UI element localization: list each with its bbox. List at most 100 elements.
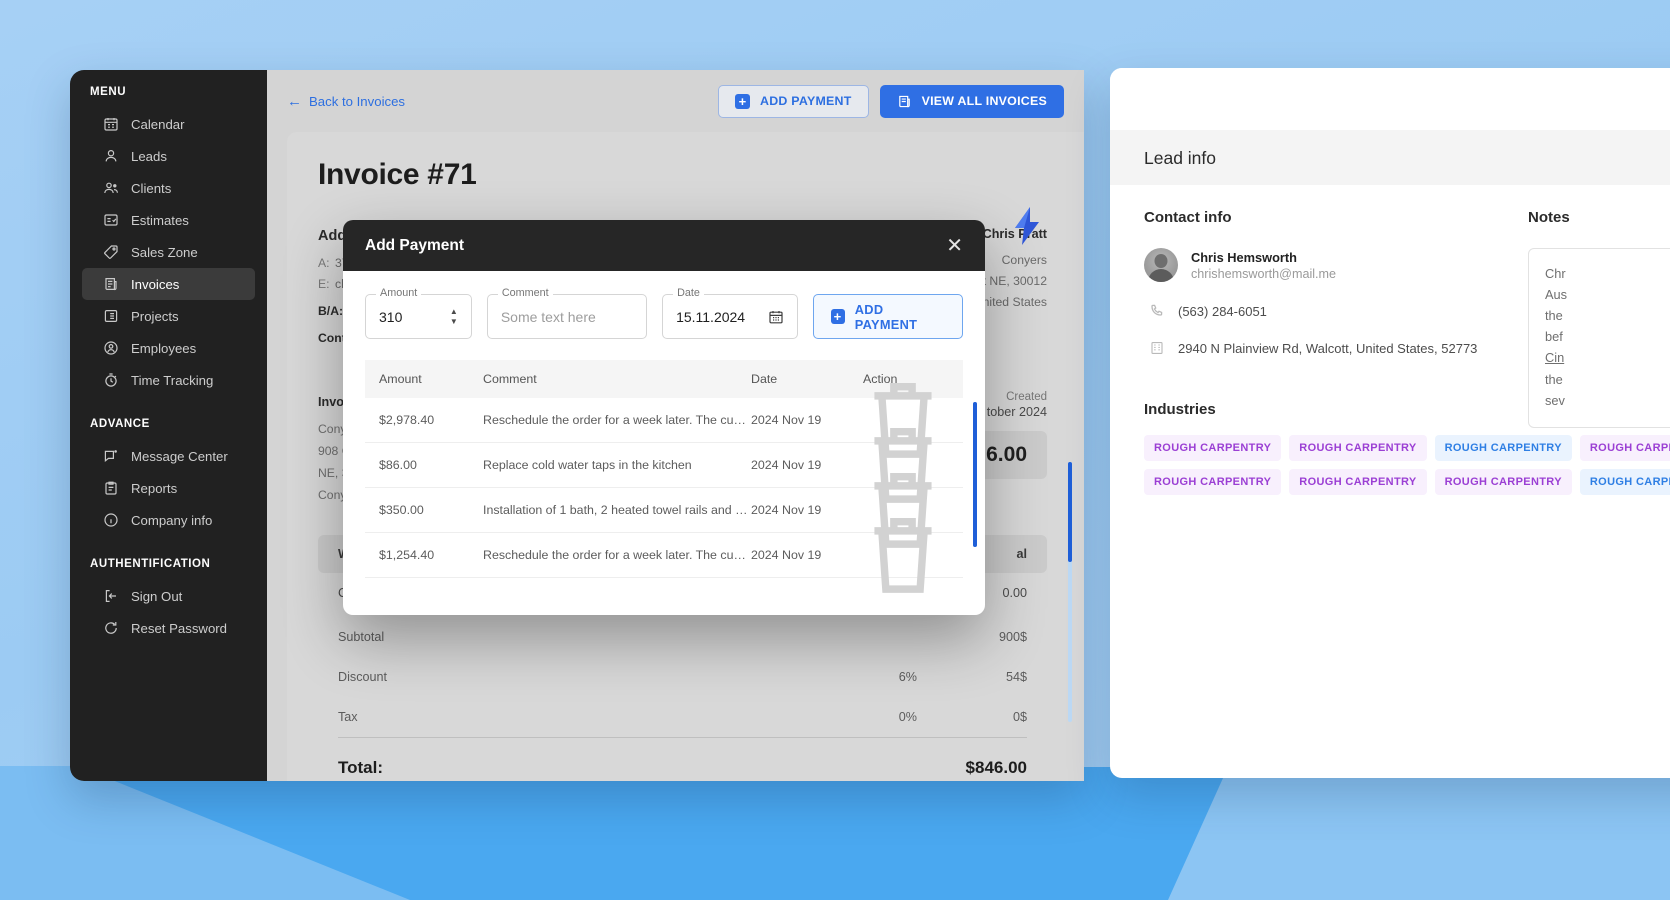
industry-tag[interactable]: ROUGH CARPENTRY [1144,435,1282,461]
notes-line: Chr [1545,266,1566,281]
sidebar-item-company-info[interactable]: Company info [82,504,255,536]
modal-add-payment-button[interactable]: + ADD PAYMENT [812,294,963,339]
plus-icon: + [735,93,751,109]
sidebar-item-estimates[interactable]: Estimates [82,204,255,236]
back-to-invoices-link[interactable]: ← Back to Invoices [287,94,405,109]
notes-line: the [1545,308,1563,324]
table-row: $1,254.40 Reschedule the order for a wee… [365,517,963,593]
sidebar-item-reports[interactable]: Reports [82,472,255,504]
totals-row: Subtotal 900$ [338,617,1027,657]
invoice-scrollbar-thumb[interactable] [1068,462,1072,562]
phone-icon [1149,303,1165,319]
sidebar-item-sales-zone[interactable]: Sales Zone [82,236,255,268]
view-all-invoices-button[interactable]: VIEW ALL INVOICES [879,84,1064,118]
avatar-head [1154,254,1168,268]
amount-field: Amount 310 ▲ ▼ [365,287,472,339]
totals-percent: 0% [898,709,917,724]
sidebar-item-label: Projects [131,308,179,324]
projects-icon [103,308,119,324]
lead-info-panel: Lead info Contact info Chris Hemsworth c… [1110,68,1670,778]
industry-tag[interactable]: ROUGH CARPENTRY [1579,435,1670,461]
quantity-stepper[interactable]: ▲ ▼ [450,307,458,326]
cell-comment: Reschedule the order for a week later. T… [483,413,751,427]
notes-column: Notes Chr Aus the bef Cin the sev [1528,209,1670,428]
sidebar-item-calendar[interactable]: Calendar [82,108,255,140]
to-line-2: t NE, 30012 [982,273,1047,288]
amount-input[interactable]: 310 ▲ ▼ [365,294,472,339]
industry-tag[interactable]: ROUGH CARPENTRY [1434,435,1572,461]
to-line-1: Conyers [1001,252,1047,267]
add-payment-button[interactable]: + ADD PAYMENT [718,84,869,118]
sidebar-item-employees[interactable]: Employees [82,332,255,364]
address-label: A: [318,255,330,270]
cell-action[interactable] [863,508,943,602]
calendar-icon[interactable] [768,309,784,325]
cell-amount: $2,978.40 [379,413,435,427]
totals-row: Discount 6% 54$ [338,657,1027,697]
totals-percent: 6% [898,669,917,684]
modal-table-scrollbar-thumb[interactable] [973,402,977,547]
modal-title: Add Payment [365,236,465,254]
sidebar-item-clients[interactable]: Clients [82,172,255,204]
notes-link[interactable]: Cin [1545,350,1564,365]
cell-comment: Reschedule the order for a week later. T… [483,548,751,562]
payments-table: Amount Comment Date Action $2,978.40 Res… [365,360,977,593]
sidebar-item-invoices[interactable]: Invoices [82,268,255,300]
cell-amount: $350.00 [379,503,424,517]
add-payment-modal: Add Payment ✕ Amount 310 ▲ ▼ Comment Som… [343,220,985,615]
totals-name: Subtotal [338,629,385,644]
tag-icon [103,244,119,260]
avatar [1144,248,1178,282]
employee-icon [103,340,119,356]
estimate-icon [103,212,119,228]
toolbar-actions: + ADD PAYMENT VIEW ALL INVOICES [718,84,1064,118]
person-icon [103,148,119,164]
totals-name: Tax [338,709,358,724]
payment-form: Amount 310 ▲ ▼ Comment Some text here Da… [343,271,985,339]
sidebar-item-label: Time Tracking [131,372,214,388]
sidebar-item-projects[interactable]: Projects [82,300,255,332]
lead-panel-header: Lead info [1110,130,1670,185]
stepper-up-icon[interactable]: ▲ [450,307,458,316]
completed-value: 0.00 [1002,585,1027,600]
comment-legend: Comment [497,287,553,299]
sidebar-item-sign-out[interactable]: Sign Out [82,580,255,612]
comment-field: Comment Some text here [486,287,648,339]
delete-icon[interactable] [863,517,943,602]
notes-box[interactable]: Chr Aus the bef Cin the sev [1528,248,1670,428]
notes-line: the [1545,371,1563,387]
stepper-down-icon[interactable]: ▼ [450,317,458,326]
notes-title: Notes [1528,209,1570,226]
sidebar-item-reset-password[interactable]: Reset Password [82,612,255,644]
sidebar-item-label: Invoices [131,276,180,292]
back-link-label: Back to Invoices [309,93,406,109]
message-icon [103,448,119,464]
invoice-icon [103,276,119,292]
column-header-date: Date [751,372,778,386]
close-icon[interactable]: ✕ [946,236,963,256]
modal-add-payment-label: ADD PAYMENT [854,301,918,332]
cell-comment: Installation of 1 bath, 2 heated towel r… [483,503,751,517]
industry-tag[interactable]: ROUGH CARPENTRY [1434,469,1572,495]
modal-table-scrollbar[interactable] [973,402,977,547]
industry-tag[interactable]: ROUGH CARPENTRY [1579,469,1670,495]
sidebar-item-message-center[interactable]: Message Center [82,440,255,472]
comment-input[interactable]: Some text here [486,294,648,339]
sidebar-section-menu: MENU [90,86,127,98]
contact-email: chrishemsworth@mail.me [1191,266,1337,281]
cell-comment: Replace cold water taps in the kitchen [483,458,692,472]
notes-line: Aus [1545,287,1568,303]
lead-panel-body: Contact info Chris Hemsworth chrishemswo… [1128,185,1670,775]
industry-tag[interactable]: ROUGH CARPENTRY [1144,469,1282,495]
industry-tag[interactable]: ROUGH CARPENTRY [1289,435,1427,461]
cell-date: 2024 Nov 19 [751,413,822,427]
date-value: 15.11.2024 [676,308,746,325]
date-input[interactable]: 15.11.2024 [662,294,798,339]
sidebar-item-leads[interactable]: Leads [82,140,255,172]
invoice-scrollbar[interactable] [1068,462,1072,722]
industry-tag[interactable]: ROUGH CARPENTRY [1289,469,1427,495]
sidebar-item-time-tracking[interactable]: Time Tracking [82,364,255,396]
date-legend: Date [673,287,704,299]
totals-row: Tax 0% 0$ [338,697,1027,737]
totals-value: 54$ [1005,669,1027,684]
